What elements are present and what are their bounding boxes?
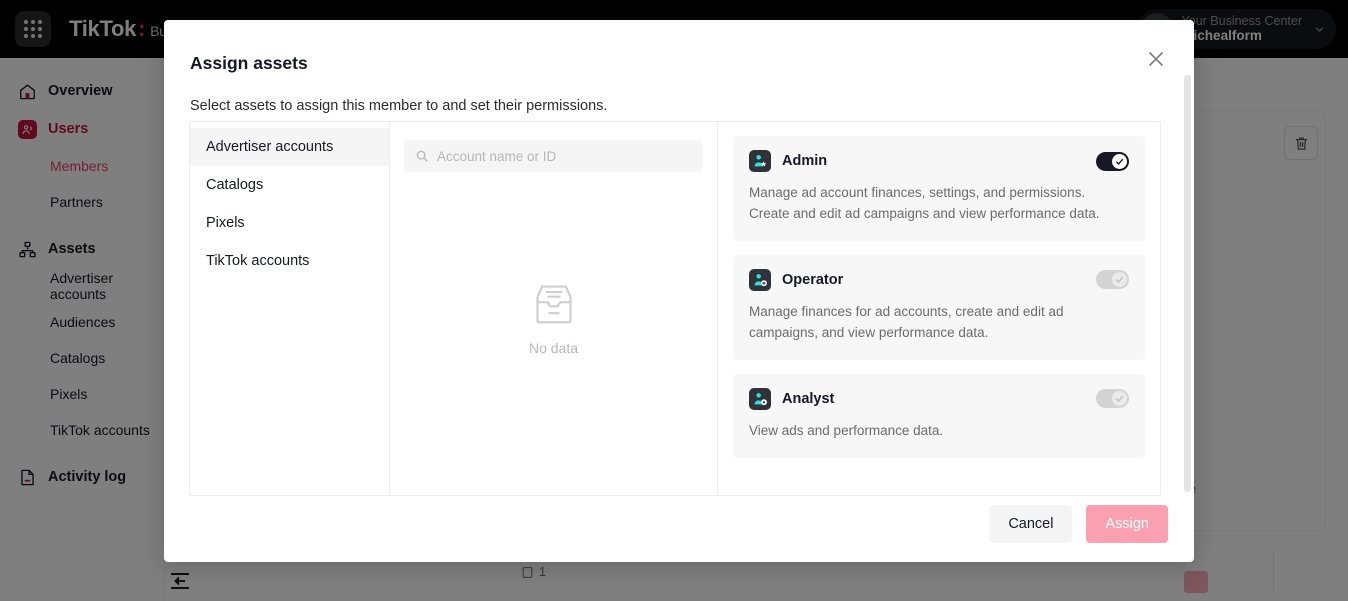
close-icon — [1143, 46, 1169, 72]
assign-assets-dialog: Assign assets Select assets to assign th… — [164, 20, 1194, 562]
operator-role-icon — [749, 269, 771, 291]
role-toggle-operator[interactable] — [1096, 270, 1129, 289]
role-card-analyst: Analyst View ads and performance data. — [733, 374, 1145, 458]
role-name: Analyst — [782, 391, 834, 407]
search-icon — [415, 149, 429, 163]
role-card-operator: Operator Manage finances for ad accounts… — [733, 255, 1145, 360]
dialog-subtitle: Select assets to assign this member to a… — [190, 98, 607, 114]
admin-role-glyph — [752, 153, 768, 169]
asset-type-list: Advertiser accounts Catalogs Pixels TikT… — [190, 122, 390, 495]
asset-tab-pixels[interactable]: Pixels — [190, 204, 389, 242]
cancel-button[interactable]: Cancel — [989, 505, 1072, 543]
inbox-empty-icon — [528, 282, 580, 326]
check-icon — [1114, 274, 1125, 285]
asset-tab-label: TikTok accounts — [206, 253, 309, 269]
toggle-knob — [1112, 391, 1127, 406]
asset-tab-tiktok-accounts[interactable]: TikTok accounts — [190, 242, 389, 280]
close-button[interactable] — [1143, 46, 1169, 72]
check-icon — [1114, 393, 1125, 404]
asset-tab-label: Advertiser accounts — [206, 139, 333, 155]
role-description: Manage finances for ad accounts, create … — [749, 302, 1114, 344]
role-card-admin: Admin Manage ad account finances, settin… — [733, 136, 1145, 241]
analyst-role-glyph — [752, 391, 768, 407]
empty-state-label: No data — [529, 340, 578, 356]
asset-tab-advertiser-accounts[interactable]: Advertiser accounts — [190, 128, 389, 166]
asset-tab-catalogs[interactable]: Catalogs — [190, 166, 389, 204]
asset-search-panel: No data — [390, 122, 718, 495]
dialog-scrollbar[interactable] — [1184, 75, 1191, 492]
asset-tab-label: Pixels — [206, 215, 245, 231]
dialog-footer: Cancel Assign — [989, 505, 1168, 543]
asset-tab-label: Catalogs — [206, 177, 263, 193]
role-description: View ads and performance data. — [749, 421, 1114, 442]
dialog-title: Assign assets — [190, 53, 308, 74]
empty-state: No data — [390, 282, 717, 356]
role-name: Admin — [782, 153, 827, 169]
check-icon — [1114, 156, 1125, 167]
operator-role-glyph — [752, 272, 768, 288]
admin-role-icon — [749, 150, 771, 172]
analyst-role-icon — [749, 388, 771, 410]
search-box[interactable] — [404, 140, 703, 172]
role-toggle-analyst[interactable] — [1096, 389, 1129, 408]
role-toggle-admin[interactable] — [1096, 152, 1129, 171]
assign-panels: Advertiser accounts Catalogs Pixels TikT… — [189, 121, 1161, 496]
toggle-knob — [1112, 272, 1127, 287]
role-name: Operator — [782, 272, 843, 288]
role-description: Manage ad account finances, settings, an… — [749, 183, 1114, 225]
role-permissions-panel: Admin Manage ad account finances, settin… — [718, 122, 1160, 495]
toggle-knob — [1112, 154, 1127, 169]
assign-button[interactable]: Assign — [1086, 505, 1168, 543]
search-input[interactable] — [437, 149, 692, 164]
